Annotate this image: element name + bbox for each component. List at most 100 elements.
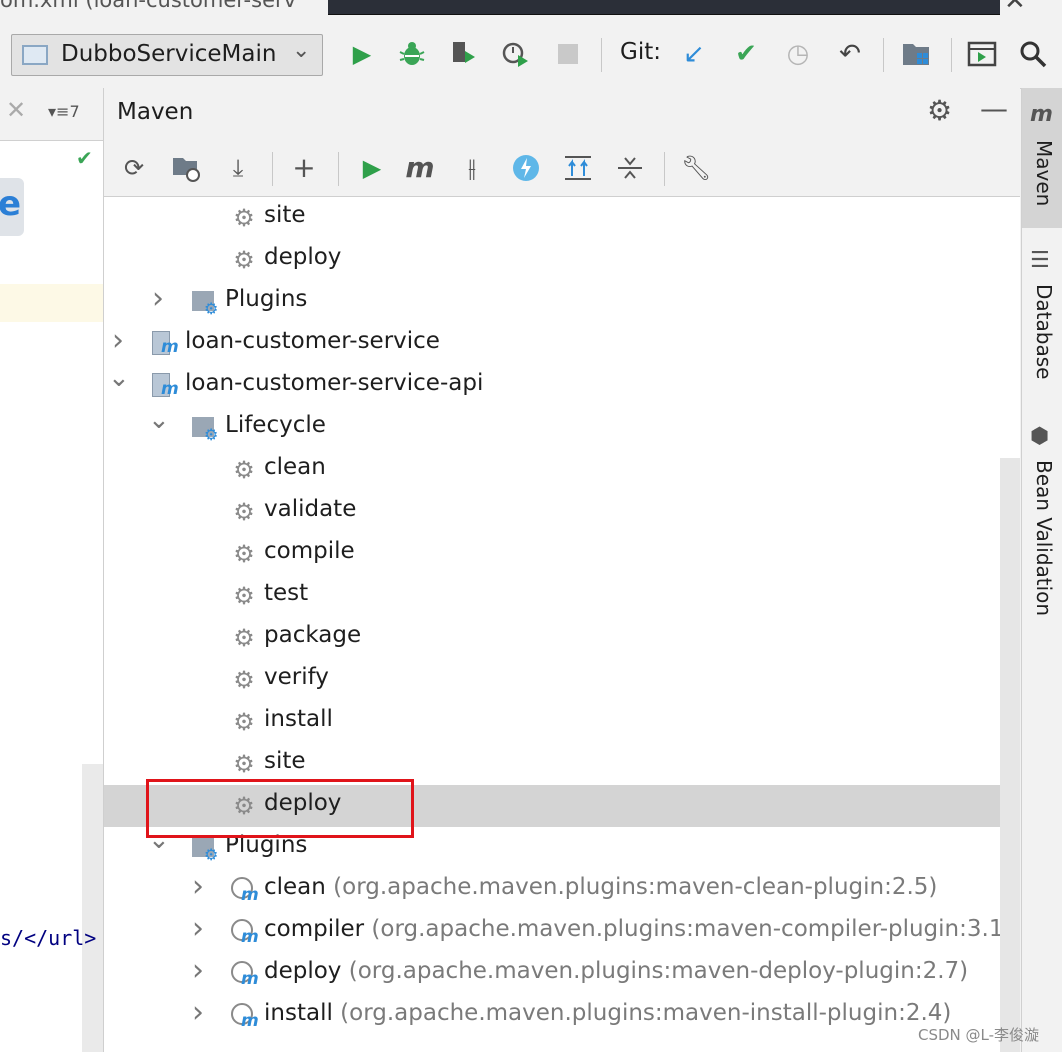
- tree-row-plugin[interactable]: › m deploy (org.apache.maven.plugins:maven…: [104, 953, 1020, 995]
- maven-tool-window: Maven ⚙ — ⟳ ⤓ + ▶ m ⫲ 🔧︎ ⚙ site ⚙ deploy › ⚙ P…: [104, 88, 1020, 1052]
- git-history-icon[interactable]: ◷: [780, 36, 816, 72]
- profile-icon[interactable]: [498, 36, 534, 72]
- tab-bean-validation-label: Bean Validation: [1032, 460, 1056, 617]
- folder-gear-icon: ⚙: [192, 415, 218, 444]
- tab-list-icon[interactable]: ▾≡7: [48, 102, 80, 121]
- tree-row-label: clean: [264, 454, 326, 480]
- tree-row-goal[interactable]: ⚙ site: [104, 197, 1020, 239]
- tree-row-goal[interactable]: ⚙ deploy: [104, 239, 1020, 281]
- chevron-down-icon[interactable]: ⌄: [148, 405, 170, 435]
- tree-row-folder[interactable]: › ⚙ Plugins: [104, 281, 1020, 323]
- tree-row-goal[interactable]: ⚙ install: [104, 701, 1020, 743]
- tree-row-goal[interactable]: ⚙ package: [104, 617, 1020, 659]
- tree-row-label: clean (org.apache.maven.plugins:maven-cl…: [264, 874, 937, 900]
- chevron-right-icon[interactable]: ›: [148, 281, 168, 316]
- plugin-coordinates: (org.apache.maven.plugins:maven-install-…: [340, 1000, 952, 1026]
- git-label: Git:: [620, 39, 661, 65]
- annotation-highlight-box: [146, 779, 414, 838]
- minimize-icon[interactable]: —: [980, 92, 1008, 125]
- generate-sources-icon[interactable]: [168, 150, 204, 186]
- tab-maven[interactable]: m Maven: [1022, 88, 1062, 228]
- close-window-icon[interactable]: ✕: [1004, 0, 1026, 16]
- gear-icon: ⚙: [233, 666, 255, 694]
- tree-row-name: install: [264, 1000, 333, 1026]
- tree-row-label: loan-customer-service-api: [185, 370, 483, 396]
- collapse-all-icon[interactable]: [612, 150, 648, 186]
- tree-row-module[interactable]: › m loan-customer-service: [104, 323, 1020, 365]
- dark-titlebar-overlay: [328, 0, 1000, 15]
- run-icon[interactable]: ▶: [344, 36, 380, 72]
- tree-row-plugin[interactable]: › m compiler (org.apache.maven.plugins:mav…: [104, 911, 1020, 953]
- reload-icon[interactable]: ⟳: [116, 150, 152, 186]
- tab-bean-validation[interactable]: ⬢ Bean Validation: [1022, 424, 1062, 634]
- toggle-offline-mode-icon[interactable]: ⫲: [454, 150, 490, 186]
- gear-icon[interactable]: ⚙: [927, 94, 952, 127]
- run-with-coverage-icon[interactable]: [446, 36, 482, 72]
- toolbar-separator: [601, 38, 602, 72]
- maven-header: Maven ⚙ —: [104, 88, 1020, 140]
- rollback-icon[interactable]: ↶: [832, 36, 868, 72]
- search-icon[interactable]: [1015, 36, 1051, 72]
- show-dependencies-icon[interactable]: [560, 150, 596, 186]
- editor-area: ✕ ▾≡7 ✔ e s/</url>: [0, 88, 104, 1052]
- maven-plugin-icon: m: [231, 919, 259, 947]
- run-maven-build-icon[interactable]: ▶: [354, 150, 390, 186]
- tree-row-name: test: [264, 580, 309, 606]
- git-update-icon[interactable]: ↙: [676, 36, 712, 72]
- run-configuration-selector[interactable]: DubboServiceMain ⌄: [11, 34, 323, 76]
- vertical-scrollbar[interactable]: [1000, 458, 1020, 1052]
- gear-icon: ⚙: [233, 456, 255, 484]
- chevron-right-icon[interactable]: ›: [188, 995, 208, 1030]
- chevron-right-icon[interactable]: ›: [188, 911, 208, 946]
- toolbar-separator: [951, 38, 952, 72]
- skip-tests-icon[interactable]: [508, 150, 544, 186]
- code-line[interactable]: s/</url>: [0, 926, 96, 950]
- tree-row-label: package: [264, 622, 361, 648]
- debug-icon[interactable]: [394, 36, 430, 72]
- download-icon[interactable]: ⤓: [220, 150, 256, 186]
- project-structure-icon[interactable]: [898, 36, 934, 72]
- e-letter-icon: e: [0, 184, 22, 224]
- add-icon[interactable]: +: [286, 150, 322, 186]
- folder-gear-icon: ⚙: [192, 835, 218, 864]
- tree-row-label: site: [264, 202, 306, 228]
- tree-row-folder[interactable]: ⌄ ⚙ Lifecycle: [104, 405, 1020, 449]
- stop-icon[interactable]: [550, 36, 586, 72]
- toolbar-separator: [883, 38, 884, 72]
- git-commit-icon[interactable]: ✔: [728, 36, 764, 72]
- chevron-right-icon[interactable]: ›: [108, 323, 128, 358]
- execute-maven-goal-icon[interactable]: m: [402, 150, 438, 186]
- presentation-mode-icon[interactable]: [964, 36, 1000, 72]
- tree-row-goal[interactable]: ⚙ test: [104, 575, 1020, 617]
- tab-database[interactable]: ☰ Database: [1022, 248, 1062, 398]
- maven-title: Maven: [117, 99, 194, 125]
- plugin-coordinates: (org.apache.maven.plugins:maven-clean-pl…: [333, 874, 938, 900]
- window-title: om.xml (loan-customer-serv: [0, 0, 297, 12]
- tree-row-name: site: [264, 748, 306, 774]
- maven-project-tree: ⚙ site ⚙ deploy › ⚙ Plugins › m loan-customer-ser…: [104, 197, 1020, 1052]
- tree-row-goal[interactable]: ⚙ clean: [104, 449, 1020, 491]
- tree-row-goal[interactable]: ⚙ compile: [104, 533, 1020, 575]
- tree-row-goal[interactable]: ⚙ verify: [104, 659, 1020, 701]
- tree-row-label: verify: [264, 664, 329, 690]
- close-tab-icon[interactable]: ✕: [6, 96, 26, 124]
- tree-row-plugin[interactable]: › m clean (org.apache.maven.plugins:maven-…: [104, 869, 1020, 911]
- maven-settings-icon[interactable]: 🔧︎: [678, 150, 714, 186]
- tree-row-plugin[interactable]: › m install (org.apache.maven.plugins:mave…: [104, 995, 1020, 1037]
- tree-row-label: install: [264, 706, 333, 732]
- chevron-right-icon[interactable]: ›: [188, 869, 208, 904]
- tree-row-name: deploy: [264, 958, 342, 984]
- tree-row-goal[interactable]: ⚙ validate: [104, 491, 1020, 533]
- chevron-right-icon[interactable]: ›: [188, 953, 208, 988]
- chevron-down-icon[interactable]: ⌄: [108, 363, 130, 393]
- tree-row-module[interactable]: ⌄ m loan-customer-service-api: [104, 363, 1020, 407]
- editor-scroll-gutter[interactable]: [82, 764, 103, 1052]
- plugin-coordinates: (org.apache.maven.plugins:maven-compiler…: [371, 916, 1013, 942]
- tree-row-name: Lifecycle: [225, 412, 326, 438]
- right-tool-window-bar: m Maven ☰ Database ⬢ Bean Validation: [1021, 88, 1062, 1052]
- window-title-strip: om.xml (loan-customer-serv ✕: [0, 0, 1062, 22]
- tree-row-label: Lifecycle: [225, 412, 326, 438]
- gear-icon: ⚙: [233, 246, 255, 274]
- editor-notification-badge[interactable]: e: [0, 178, 24, 236]
- database-icon: ☰: [1030, 248, 1050, 273]
